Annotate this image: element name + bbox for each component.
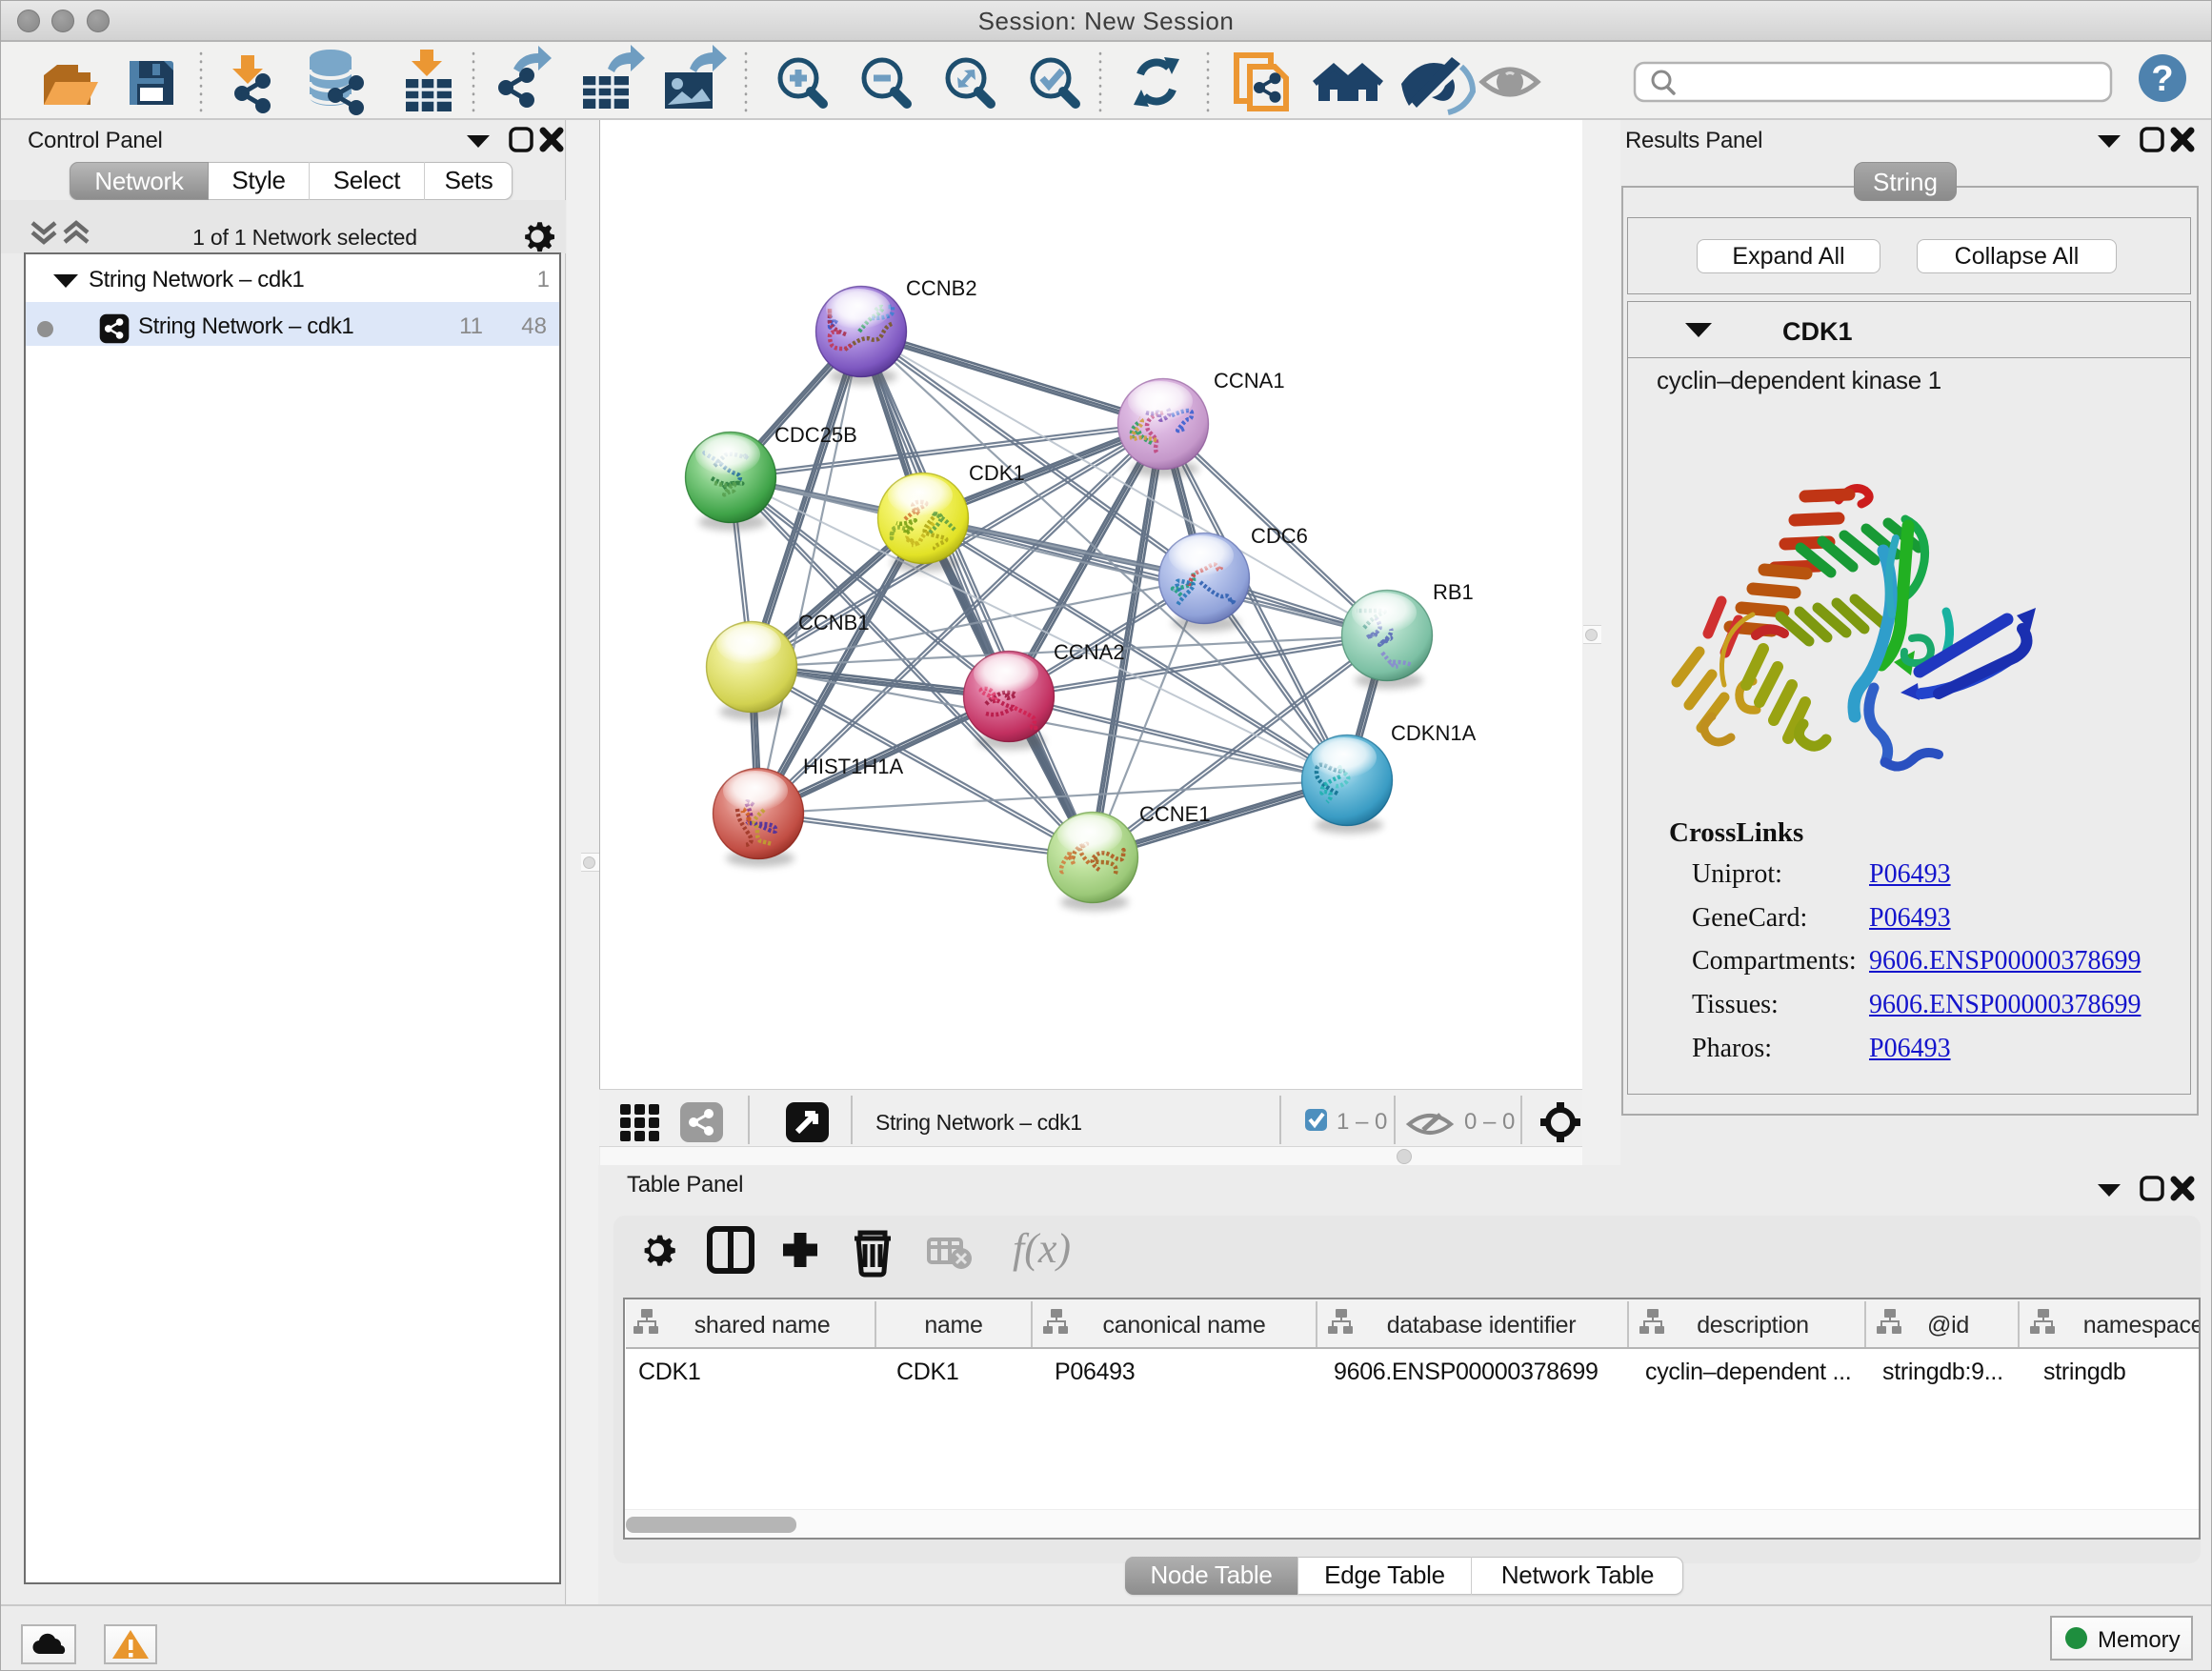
svg-text:?: ? — [2151, 59, 2173, 99]
svg-text:CCNB2: CCNB2 — [906, 276, 977, 300]
svg-text:String Network – cdk1: String Network – cdk1 — [875, 1110, 1082, 1135]
svg-text:CDKN1A: CDKN1A — [1391, 721, 1477, 745]
svg-text:0 – 0: 0 – 0 — [1464, 1109, 1515, 1135]
svg-text:CDC25B: CDC25B — [774, 423, 857, 447]
svg-text:CDK1: CDK1 — [969, 461, 1025, 485]
svg-text:HIST1H1A: HIST1H1A — [803, 755, 903, 778]
svg-text:1 – 0: 1 – 0 — [1337, 1109, 1387, 1135]
svg-text:f(x): f(x) — [1013, 1225, 1071, 1272]
svg-text:name: name — [924, 1312, 982, 1339]
svg-text:CCNA2: CCNA2 — [1054, 640, 1125, 664]
svg-text:@id: @id — [1927, 1312, 1969, 1339]
svg-text:CCNB1: CCNB1 — [798, 611, 870, 634]
svg-text:canonical name: canonical name — [1103, 1312, 1266, 1339]
svg-text:namespace: namespace — [2083, 1312, 2199, 1339]
svg-text:database identifier: database identifier — [1387, 1312, 1577, 1339]
svg-text:description: description — [1697, 1312, 1809, 1339]
svg-text:CDC6: CDC6 — [1251, 524, 1308, 548]
svg-text:CCNE1: CCNE1 — [1139, 802, 1211, 826]
svg-text:RB1: RB1 — [1433, 580, 1474, 604]
svg-text:shared name: shared name — [694, 1312, 831, 1339]
svg-text:CCNA1: CCNA1 — [1214, 369, 1285, 393]
